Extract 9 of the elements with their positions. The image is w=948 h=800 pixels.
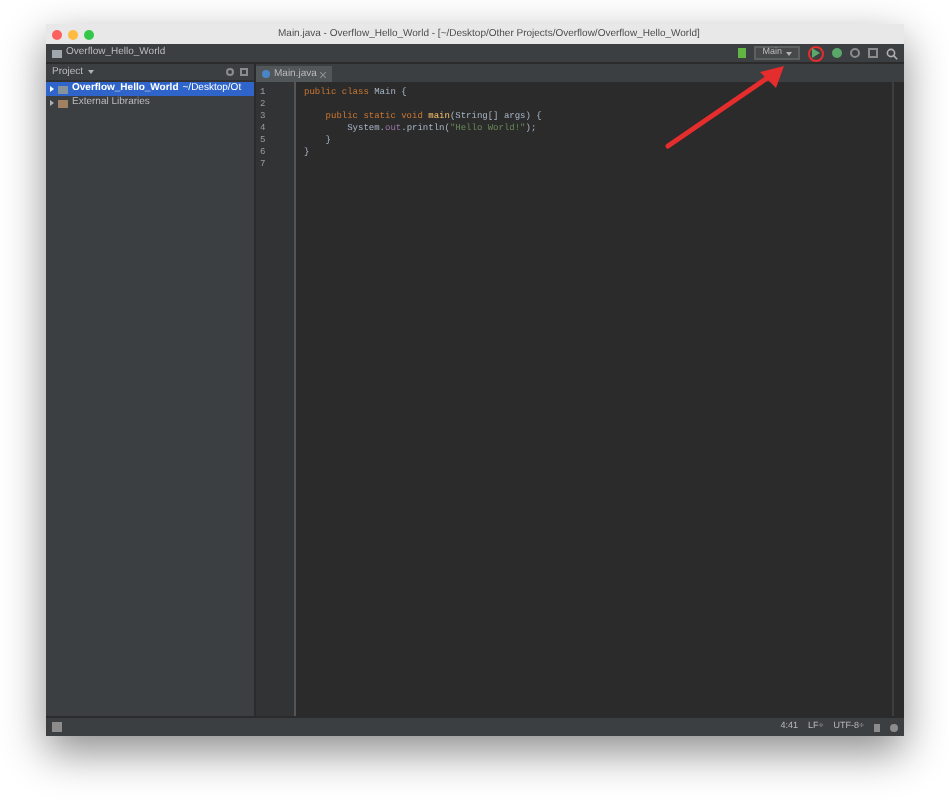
expand-arrow-icon[interactable] bbox=[50, 86, 54, 92]
caret-icon bbox=[786, 51, 792, 55]
expand-arrow-icon[interactable] bbox=[50, 100, 54, 106]
caret-icon bbox=[87, 70, 94, 74]
maximize-button[interactable] bbox=[84, 29, 94, 39]
close-icon[interactable] bbox=[320, 71, 327, 77]
close-button[interactable] bbox=[52, 29, 62, 39]
search-icon[interactable] bbox=[886, 47, 898, 59]
run-button[interactable] bbox=[808, 45, 824, 61]
